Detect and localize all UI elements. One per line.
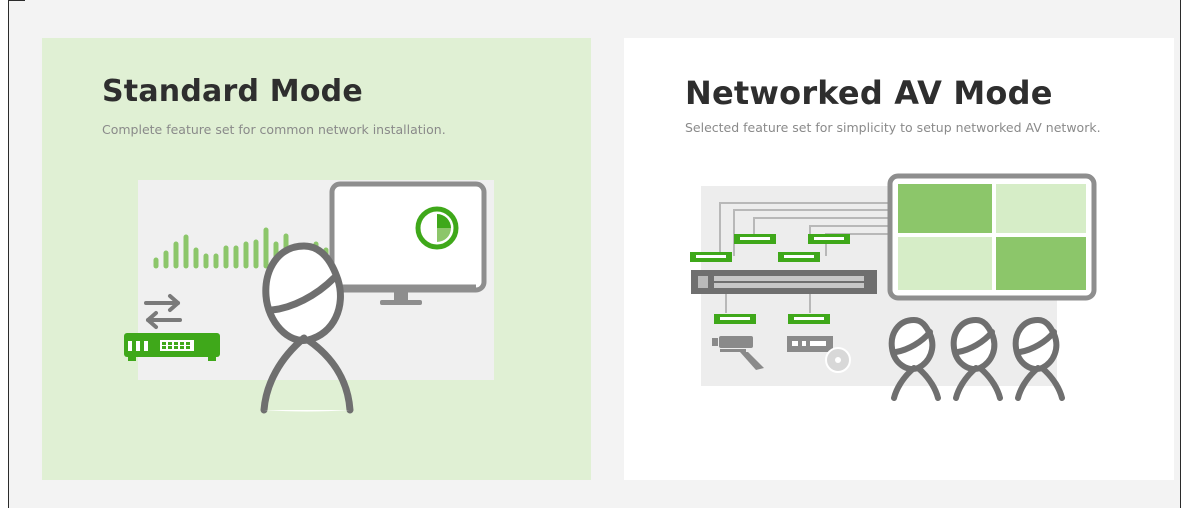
video-wall-icon: [887, 173, 1097, 301]
frame-corner-line: [9, 0, 25, 1]
switch-icon: [124, 333, 220, 361]
people-icon: [888, 316, 1065, 401]
standard-mode-card[interactable]: Standard Mode Complete feature set for c…: [42, 38, 591, 480]
networked-av-illustration: [690, 173, 1097, 401]
standard-mode-illustration: [124, 180, 494, 414]
networked-av-mode-card[interactable]: Networked AV Mode Selected feature set f…: [624, 38, 1174, 480]
monitor-icon: [329, 181, 487, 305]
rack-switch-icon: [691, 270, 877, 294]
app-frame: Standard Mode Complete feature set for c…: [8, 0, 1181, 508]
pie-chart-icon: [415, 206, 459, 250]
